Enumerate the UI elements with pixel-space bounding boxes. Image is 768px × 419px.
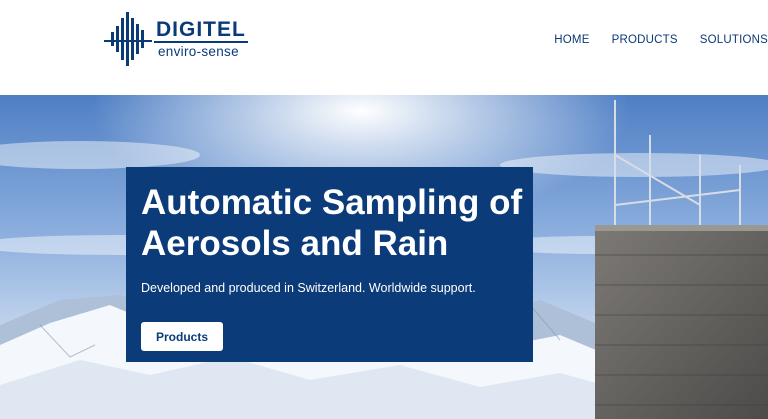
hero-subtitle: Developed and produced in Switzerland. W… xyxy=(141,281,476,295)
logo-title: DIGITEL xyxy=(156,18,246,41)
nav-products[interactable]: PRODUCTS xyxy=(612,34,678,46)
logo-mark-icon xyxy=(104,12,152,66)
nav-solutions[interactable]: SOLUTIONS xyxy=(700,34,768,46)
products-button[interactable]: Products xyxy=(141,322,223,351)
main-nav: HOME PRODUCTS SOLUTIONS xyxy=(554,34,768,46)
digitel-logo[interactable]: DIGITEL enviro-sense xyxy=(104,10,254,70)
nav-home[interactable]: HOME xyxy=(554,34,589,46)
hero-title: Automatic Sampling of Aerosols and Rain xyxy=(141,183,523,263)
logo-subtitle: enviro-sense xyxy=(158,44,239,59)
hero-banner: Automatic Sampling of Aerosols and Rain … xyxy=(0,95,768,419)
hero-content-panel: Automatic Sampling of Aerosols and Rain … xyxy=(126,167,533,362)
site-header: DIGITEL enviro-sense HOME PRODUCTS SOLUT… xyxy=(0,0,768,95)
logo-divider xyxy=(154,41,248,43)
